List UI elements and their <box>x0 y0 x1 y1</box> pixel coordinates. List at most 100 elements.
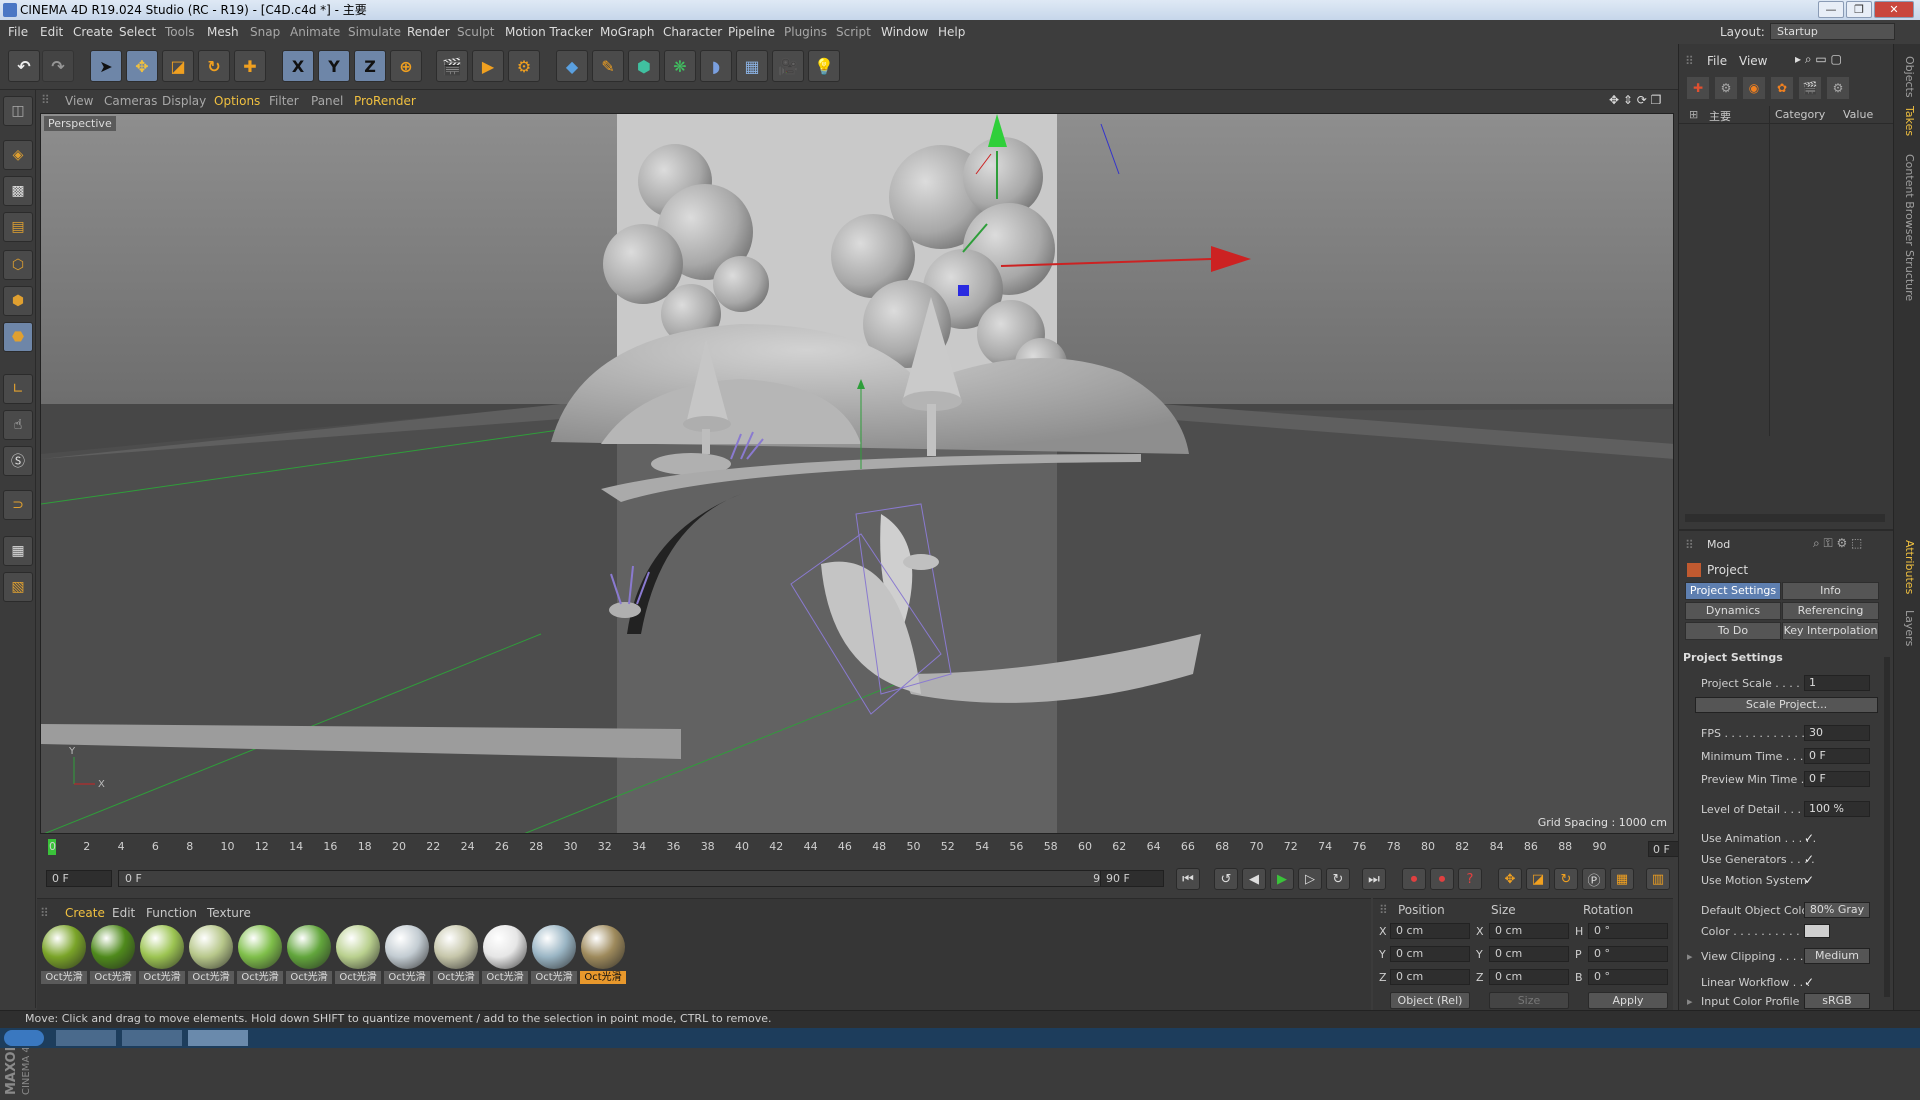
menu-tools[interactable]: Tools <box>165 25 195 39</box>
drag-handle-icon[interactable]: ⠿ <box>1379 903 1388 917</box>
coordinate-mode-dropdown[interactable]: Object (Rel) <box>1390 992 1470 1009</box>
viewport-menu-options[interactable]: Options <box>214 94 260 108</box>
default-object-color-dropdown[interactable]: 80% Gray <box>1804 902 1870 918</box>
pos-x-field[interactable]: 0 cm <box>1390 923 1470 939</box>
menu-script[interactable]: Script <box>836 25 871 39</box>
object-manager-tools-icon[interactable]: ▸ ⌕ ▭ ▢ <box>1795 52 1842 67</box>
menu-sculpt[interactable]: Sculpt <box>457 25 494 39</box>
minimum-time-field[interactable]: 0 F <box>1804 748 1870 764</box>
scene-icon[interactable]: ✿ <box>1771 77 1793 99</box>
viewport-navigation-icon[interactable]: ✥ ⇕ ⟳ ❐ <box>1609 93 1661 107</box>
tab-project-settings[interactable]: Project Settings <box>1685 582 1781 600</box>
menu-character[interactable]: Character <box>663 25 722 39</box>
cube-icon[interactable]: ◆ <box>556 50 588 82</box>
size-y-field[interactable]: 0 cm <box>1489 946 1569 962</box>
scale-icon[interactable]: ◪ <box>162 50 194 82</box>
move-icon[interactable]: ✥ <box>126 50 158 82</box>
layout-select[interactable]: Startup <box>1770 23 1895 40</box>
key-position-icon[interactable]: ✥ <box>1498 868 1522 890</box>
recent-tool-icon[interactable]: ✚ <box>234 50 266 82</box>
minimize-button[interactable]: — <box>1818 1 1844 18</box>
expand-arrow-icon[interactable]: ▸ <box>1687 995 1693 1008</box>
y-axis-lock-icon[interactable]: Y <box>318 50 350 82</box>
menu-create[interactable]: Create <box>73 25 113 39</box>
use-animation-checkbox[interactable]: ✓ <box>1804 831 1814 845</box>
object-menu-view[interactable]: View <box>1739 54 1767 68</box>
menu-file[interactable]: File <box>8 25 28 39</box>
view-clipping-dropdown[interactable]: Medium <box>1804 948 1870 964</box>
attribute-mode-menu[interactable]: Mod <box>1707 538 1730 551</box>
tab-key-interpolation[interactable]: Key Interpolation <box>1782 622 1879 640</box>
viewport-menu-display[interactable]: Display <box>162 94 206 108</box>
pos-z-field[interactable]: 0 cm <box>1390 969 1470 985</box>
floor-icon[interactable]: ▦ <box>736 50 768 82</box>
project-scale-field[interactable]: 1 <box>1804 675 1870 691</box>
magnet-icon[interactable]: ⊃ <box>3 490 33 520</box>
material-item[interactable]: Oct光滑 <box>41 925 87 987</box>
size-mode-dropdown[interactable]: Size <box>1489 992 1569 1009</box>
size-x-field[interactable]: 0 cm <box>1489 923 1569 939</box>
use-generators-checkbox[interactable]: ✓ <box>1804 852 1814 866</box>
key-parameter-icon[interactable]: Ⓟ <box>1582 868 1606 890</box>
snapping-icon[interactable]: Ⓢ <box>3 446 33 476</box>
material-item[interactable]: Oct光滑 <box>90 925 136 987</box>
pos-y-field[interactable]: 0 cm <box>1390 946 1470 962</box>
menu-mograph[interactable]: MoGraph <box>600 25 655 39</box>
side-tab-attributes[interactable]: Attributes <box>1898 540 1916 594</box>
material-item[interactable]: Oct光滑 <box>139 925 185 987</box>
model-mode-icon[interactable]: ◈ <box>3 140 33 170</box>
material-item[interactable]: Oct光滑 <box>237 925 283 987</box>
viewport-menu-filter[interactable]: Filter <box>269 94 299 108</box>
close-button[interactable]: ✕ <box>1874 1 1914 18</box>
attribute-tools-icon[interactable]: ⌕ ⚿ ⚙ ⬚ <box>1813 536 1862 551</box>
autokeying-icon[interactable]: ⏺ <box>1430 868 1454 890</box>
menu-animate[interactable]: Animate <box>290 25 340 39</box>
manage-icon[interactable]: ⚙ <box>1715 77 1737 99</box>
points-mode-icon[interactable]: ⬡ <box>3 250 33 280</box>
3d-viewport[interactable]: Y X Perspective Grid Spacing : 1000 cm <box>40 113 1674 834</box>
start-frame-field[interactable]: 0 F <box>46 870 112 887</box>
menu-window[interactable]: Window <box>881 25 928 39</box>
tab-referencing[interactable]: Referencing <box>1782 602 1879 620</box>
linear-workflow-checkbox[interactable]: ✓ <box>1804 975 1814 989</box>
key-rotation-icon[interactable]: ↻ <box>1554 868 1578 890</box>
next-frame-icon[interactable]: ▷ <box>1298 868 1322 890</box>
enable-axis-icon[interactable]: ∟ <box>3 374 33 404</box>
workplane-mode-icon[interactable]: ▤ <box>3 212 33 242</box>
expand-arrow-icon[interactable]: ▸ <box>1687 950 1693 963</box>
menu-plugins[interactable]: Plugins <box>784 25 827 39</box>
render-icon[interactable]: 🎬 <box>1799 77 1821 99</box>
material-item[interactable]: Oct光滑 <box>482 925 528 987</box>
undo-icon[interactable]: ↶ <box>8 50 40 82</box>
render-picture-viewer-icon[interactable]: ▶ <box>472 50 504 82</box>
menu-motion-tracker[interactable]: Motion Tracker <box>505 25 593 39</box>
taskbar-app[interactable] <box>56 1030 116 1046</box>
light-icon[interactable]: 💡 <box>808 50 840 82</box>
timeline-window-icon[interactable]: ▥ <box>1646 868 1670 890</box>
menu-edit[interactable]: Edit <box>40 25 63 39</box>
level-of-detail-field[interactable]: 100 % <box>1804 801 1870 817</box>
apply-button[interactable]: Apply <box>1588 992 1668 1009</box>
pen-icon[interactable]: ✎ <box>592 50 624 82</box>
key-scale-icon[interactable]: ◪ <box>1526 868 1550 890</box>
menu-simulate[interactable]: Simulate <box>348 25 401 39</box>
play-icon[interactable]: ▶ <box>1270 868 1294 890</box>
previous-frame-icon[interactable]: ◀ <box>1242 868 1266 890</box>
viewport-menu-view[interactable]: View <box>65 94 93 108</box>
timeline-ruler[interactable]: 0 2 4 6 8 10 12 14 16 18 20 22 24 26 28 30 32 34 36 38 40 42 4… <box>40 836 1710 860</box>
add-object-icon[interactable]: ✚ <box>1687 77 1709 99</box>
tag-icon[interactable]: ◉ <box>1743 77 1765 99</box>
live-selection-icon[interactable]: ➤ <box>90 50 122 82</box>
polygons-mode-icon[interactable]: ⬣ <box>3 322 33 352</box>
record-active-icon[interactable]: ⏺ <box>1402 868 1426 890</box>
material-menu-function[interactable]: Function <box>146 906 197 920</box>
expand-icon[interactable]: ⊞ <box>1689 108 1698 121</box>
subdivision-icon[interactable]: ⬢ <box>628 50 660 82</box>
drag-handle-icon[interactable]: ⠿ <box>1685 538 1694 552</box>
start-button[interactable] <box>4 1030 44 1046</box>
cloner-icon[interactable]: ❋ <box>664 50 696 82</box>
menu-mesh[interactable]: Mesh <box>207 25 239 39</box>
material-item[interactable]: Oct光滑 <box>433 925 479 987</box>
camera-label[interactable]: Perspective <box>44 116 116 131</box>
rotate-icon[interactable]: ↻ <box>198 50 230 82</box>
